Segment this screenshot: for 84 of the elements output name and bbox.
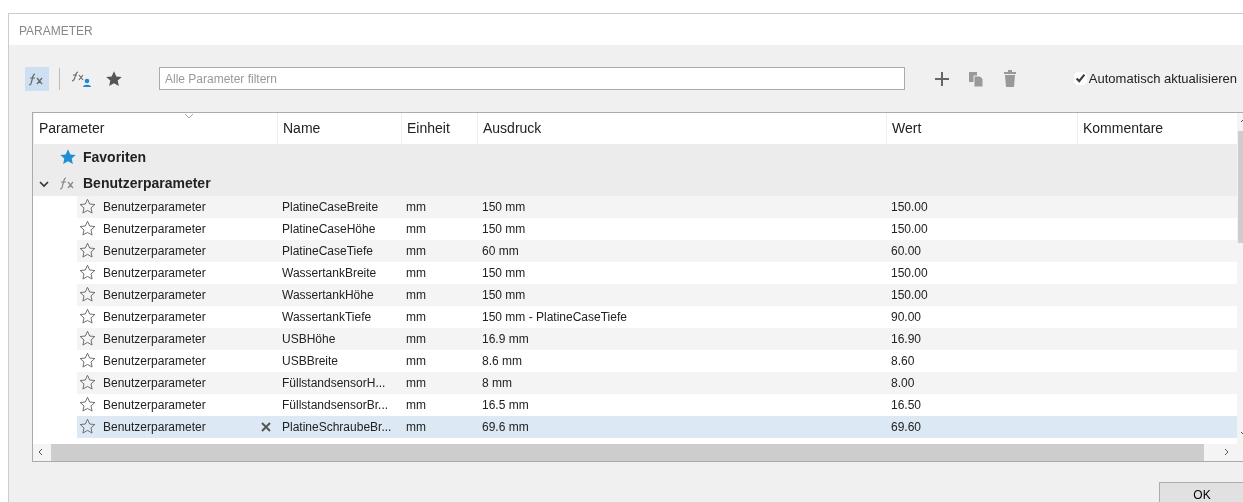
table-cell-text: Benutzerparameter [103, 243, 206, 260]
table-cell: 90.00 [891, 310, 922, 324]
table-cell: WassertankBreite [282, 266, 377, 280]
table-cell-text: Benutzerparameter [103, 221, 206, 238]
table-row[interactable]: Benutzerparameter PlatineCaseHöhe mm 150 mm 150.00 [77, 218, 1243, 240]
star-outline-icon[interactable] [79, 220, 97, 238]
table-cell: 16.5 mm [482, 398, 529, 412]
table-cell: mm [406, 244, 426, 258]
table-cell-text: Benutzerparameter [103, 419, 206, 436]
table-cell: 60 mm [482, 244, 519, 258]
table-cell: PlatineSchraubeBr... [282, 420, 392, 434]
function-toggle-button[interactable] [25, 66, 49, 91]
table-row[interactable]: Benutzerparameter WassertankTiefe mm 150 mm - PlatineCaseTiefe 90.00 [77, 306, 1243, 328]
star-outline-icon[interactable] [79, 242, 97, 260]
table-cell: mm [406, 420, 426, 434]
table-cell: 69.6 mm [482, 420, 529, 434]
function-user-icon [72, 69, 92, 88]
table-cell: 16.90 [891, 332, 922, 346]
star-outline-icon[interactable] [79, 330, 97, 348]
table-cell: FüllstandsensorH... [282, 376, 386, 390]
table-cell: mm [406, 266, 426, 280]
table-cell: mm [406, 288, 426, 302]
table-cell-text: Benutzerparameter [103, 309, 206, 326]
table-cell: 150 mm [482, 288, 526, 302]
table-row[interactable]: Benutzerparameter FüllstandsensorBr... mm 16.5 mm 16.50 [77, 394, 1243, 416]
table-cell: 16.50 [891, 398, 922, 412]
table-cell: 16.9 mm [482, 332, 529, 346]
star-outline-icon[interactable] [79, 198, 97, 216]
star-outline-icon[interactable] [79, 374, 97, 392]
table-cell: 150 mm [482, 200, 526, 214]
table-cell: PlatineCaseTiefe [282, 244, 373, 258]
star-outline-icon[interactable] [79, 396, 97, 414]
table-cell: mm [406, 398, 426, 412]
group-label[interactable]: Benutzerparameter [83, 172, 211, 194]
table-cell-text: Benutzerparameter [103, 353, 206, 370]
table-cell-text: Benutzerparameter [103, 331, 206, 348]
table-cell-text: Benutzerparameter [103, 199, 206, 216]
table-cell: 150 mm [482, 266, 526, 280]
star-icon [105, 69, 123, 88]
table-cell: 8.60 [891, 354, 915, 368]
table-cell-text: Benutzerparameter [103, 375, 206, 392]
table-cell: mm [406, 332, 426, 346]
table-cell: PlatineCaseHöhe [282, 222, 376, 236]
auto-update-checkbox[interactable] [1073, 72, 1087, 85]
table-row[interactable]: Benutzerparameter WassertankBreite mm 150 mm 150.00 [77, 262, 1243, 284]
table-cell: 150.00 [891, 266, 928, 280]
window-title: PARAMETER [9, 14, 1243, 45]
table-cell: USBHöhe [282, 332, 336, 346]
table-cell: 150.00 [891, 288, 928, 302]
star-icon [59, 148, 77, 166]
table-cell: USBBreite [282, 354, 339, 368]
table-cell: mm [406, 310, 426, 324]
filter-field[interactable]: Alle Parameter filtern [159, 67, 905, 90]
chevron-icon[interactable] [39, 179, 49, 188]
table-cell-text: Benutzerparameter [103, 265, 206, 282]
table-cell: 150 mm - PlatineCaseTiefe [482, 310, 627, 324]
table-cell: WassertankTiefe [282, 310, 372, 324]
ok-button[interactable]: OK [1159, 482, 1243, 502]
table-cell: 60.00 [891, 244, 922, 258]
star-outline-icon[interactable] [79, 264, 97, 282]
table-cell: mm [406, 200, 426, 214]
star-outline-icon[interactable] [79, 286, 97, 304]
star-outline-icon[interactable] [79, 308, 97, 326]
table-cell: 150 mm [482, 222, 526, 236]
table-row[interactable]: Benutzerparameter USBBreite mm 8.6 mm 8.60 [77, 350, 1243, 372]
table-cell-text: Benutzerparameter [103, 287, 206, 304]
table-cell: 69.60 [891, 420, 922, 434]
table-cell: mm [406, 222, 426, 236]
star-outline-icon[interactable] [79, 352, 97, 370]
table-cell: 150.00 [891, 200, 928, 214]
table-cell: 8.00 [891, 376, 915, 390]
table-cell: WassertankHöhe [282, 288, 374, 302]
table-cell: 8.6 mm [482, 354, 522, 368]
table-cell-text: Benutzerparameter [103, 397, 206, 414]
checkbox-label: Automatisch aktualisieren [1088, 69, 1237, 88]
star-outline-icon[interactable] [79, 418, 97, 436]
table-cell: FüllstandsensorBr... [282, 398, 389, 412]
table-cell: 150.00 [891, 222, 928, 236]
table-cell: mm [406, 376, 426, 390]
table-cell: PlatineCaseBreite [282, 200, 379, 214]
close-icon[interactable] [261, 422, 271, 432]
group-label[interactable]: Favoriten [83, 146, 146, 168]
table-cell: mm [406, 354, 426, 368]
table-cell: 8 mm [482, 376, 512, 390]
